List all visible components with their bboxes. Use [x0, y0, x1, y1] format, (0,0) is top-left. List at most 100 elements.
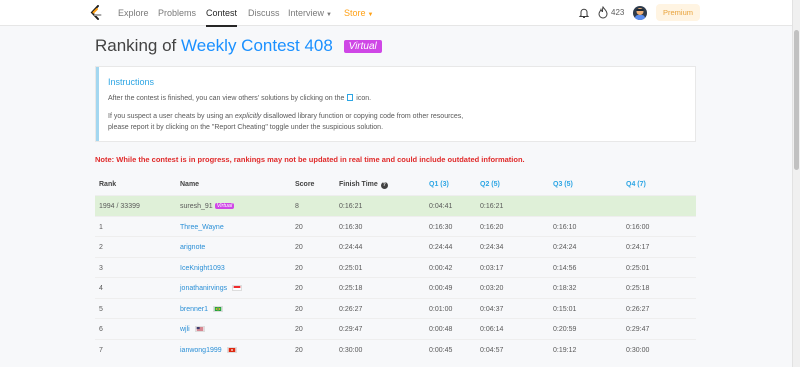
cell-score-text: 20	[295, 285, 303, 292]
title-prefix: Ranking of	[95, 36, 177, 55]
active-tab-indicator	[206, 25, 238, 27]
cell-rank-text: 1	[99, 223, 103, 231]
premium-button[interactable]: Premium	[656, 4, 700, 21]
cell-q3: 0:24:24	[553, 244, 576, 251]
contest-title-link[interactable]: Weekly Contest 408	[181, 36, 333, 55]
user-link[interactable]: jonathanirvings	[180, 285, 243, 292]
cell-rank: 1	[99, 224, 103, 231]
table-row: 5 brenner1 20 0:26:27 0:01:00 0:04:37 0:15:01 0…	[95, 297, 696, 319]
cell-score: 20	[295, 347, 303, 354]
leetcode-logo[interactable]	[89, 5, 103, 21]
cell-q1: 0:01:00	[429, 306, 452, 313]
cell-rank: 2	[99, 244, 103, 251]
cell-q1: 0:00:48	[429, 326, 452, 333]
cell-finish: 0:25:01	[339, 265, 362, 272]
cell-finish: 0:26:27	[339, 306, 362, 313]
instructions-line-2: If you suspect a user cheats by using an…	[108, 113, 463, 120]
cell-q2: 0:24:34	[480, 244, 503, 251]
cell-q4-text: 0:25:01	[626, 264, 650, 272]
streak-count: 423	[611, 8, 625, 17]
user-link[interactable]: ianwong1999	[180, 346, 237, 354]
table-row: 2 arignote 20 0:24:44 0:24:44 0:24:34 0:24:24 0…	[95, 236, 696, 257]
cell-q4: 0:25:01	[626, 265, 649, 272]
cell-rank-text: 2	[99, 244, 103, 251]
cell-q2-text: 0:16:21	[480, 203, 504, 210]
cell-finish-text: 0:25:01	[339, 264, 363, 272]
cell-score-text: 8	[295, 203, 299, 210]
cell-rank: 7	[99, 347, 103, 354]
nav-discuss[interactable]: Discuss	[248, 0, 280, 26]
user-link[interactable]: Three_Wayne	[180, 224, 224, 231]
cell-name-text: suresh_91	[180, 203, 213, 210]
nav-contest-label: Contest	[206, 8, 238, 18]
document-icon	[347, 94, 354, 101]
cell-q1: 0:00:42	[429, 265, 452, 272]
cell-finish-text: 0:26:27	[339, 305, 363, 313]
instructions-line-1: After the contest is finished, you can v…	[108, 94, 371, 102]
cell-q3: 0:15:01	[553, 306, 576, 313]
cell-q4: 0:26:27	[626, 306, 649, 313]
table-row: 3 IceKnight1093 20 0:25:01 0:00:42 0:03:17 0:1…	[95, 256, 696, 278]
scrollbar[interactable]	[792, 0, 800, 367]
cell-q1-text: 0:01:00	[429, 305, 453, 313]
cell-q4-text: 0:26:27	[626, 305, 650, 313]
help-icon[interactable]: ?	[380, 182, 388, 189]
cell-q1-text: 0:16:30	[429, 223, 453, 231]
header-q2[interactable]: Q2 (5)	[480, 181, 500, 188]
cell-finish-text: 0:25:18	[339, 285, 363, 292]
cell-finish: 0:29:47	[339, 326, 362, 333]
avatar-image	[635, 8, 645, 20]
cell-q1: 0:00:45	[429, 347, 452, 354]
header-q1[interactable]: Q1 (3)	[429, 181, 449, 188]
cell-score-text: 20	[295, 305, 303, 313]
avatar[interactable]	[633, 6, 647, 20]
cell-q2: 0:04:37	[480, 306, 503, 313]
cell-q2-text: 0:24:34	[480, 244, 504, 251]
cell-rank-text: 3	[99, 264, 103, 272]
cell-finish-text: 0:24:44	[339, 244, 363, 251]
cell-q3: 0:19:12	[553, 347, 576, 354]
instructions-emphasis: explicitly	[234, 113, 262, 120]
cell-name-text: Three_Wayne	[180, 223, 224, 231]
header-q4[interactable]: Q4 (7)	[626, 181, 646, 188]
instructions-accent-bar	[96, 67, 99, 141]
cell-rank-text: 7	[99, 346, 103, 354]
scrollbar-thumb[interactable]	[794, 30, 799, 170]
cell-rank-text: 5	[99, 305, 103, 313]
cell-q3-text: 0:15:01	[553, 305, 577, 313]
cell-q3-text: 0:14:56	[553, 264, 577, 272]
user-link[interactable]: wjli	[180, 326, 205, 333]
user-link[interactable]: brenner1	[180, 305, 224, 313]
nav-problems[interactable]: Problems	[158, 0, 196, 26]
table-row-current-user: 1994 / 33399 suresh_91 Virtual 8 0:16:21 0:04…	[95, 195, 696, 216]
instructions-line-2-text: If you suspect a user cheats by using an	[108, 113, 233, 120]
flag-singapore-icon	[227, 285, 243, 292]
cell-q4-text: 0:24:17	[626, 244, 650, 251]
cell-name-text: ianwong1999	[180, 346, 222, 354]
progress-note: Note: While the contest is in progress, …	[95, 155, 525, 164]
nav-store[interactable]: Store ▼	[344, 0, 373, 26]
header-q3[interactable]: Q3 (5)	[553, 181, 573, 188]
cell-name-text: arignote	[180, 244, 206, 251]
nav-explore[interactable]: Explore	[118, 0, 149, 26]
cell-q2: 0:03:17	[480, 265, 503, 272]
cell-finish: 0:16:21	[339, 203, 362, 210]
cell-q3: 0:18:32	[553, 285, 576, 292]
cell-q4-text: 0:16:00	[626, 223, 650, 231]
table-row: 1 Three_Wayne 20 0:16:30 0:16:30 0:16:20 0:16:…	[95, 215, 696, 237]
nav-contest[interactable]: Contest	[206, 0, 238, 27]
user-link[interactable]: IceKnight1093	[180, 265, 225, 272]
cell-score-text: 20	[295, 244, 303, 251]
user-link[interactable]: arignote	[180, 244, 205, 251]
bell-icon[interactable]	[578, 7, 590, 19]
table-header: Rank Name Score Finish Time ? Q1 (3) Q2 …	[95, 174, 696, 195]
cell-q1-text: 0:04:41	[429, 203, 453, 210]
virtual-badge: Virtual	[214, 203, 235, 209]
cell-q3: 0:14:56	[553, 265, 576, 272]
instructions-line-3: please report it by clicking on the "Rep…	[108, 124, 384, 131]
cell-score-text: 20	[295, 326, 303, 333]
cell-name-text: jonathanirvings	[180, 285, 228, 292]
cell-score-text: 20	[295, 223, 303, 231]
cell-q2-text: 0:16:20	[480, 223, 504, 231]
nav-interview[interactable]: Interview ▼	[288, 0, 332, 26]
